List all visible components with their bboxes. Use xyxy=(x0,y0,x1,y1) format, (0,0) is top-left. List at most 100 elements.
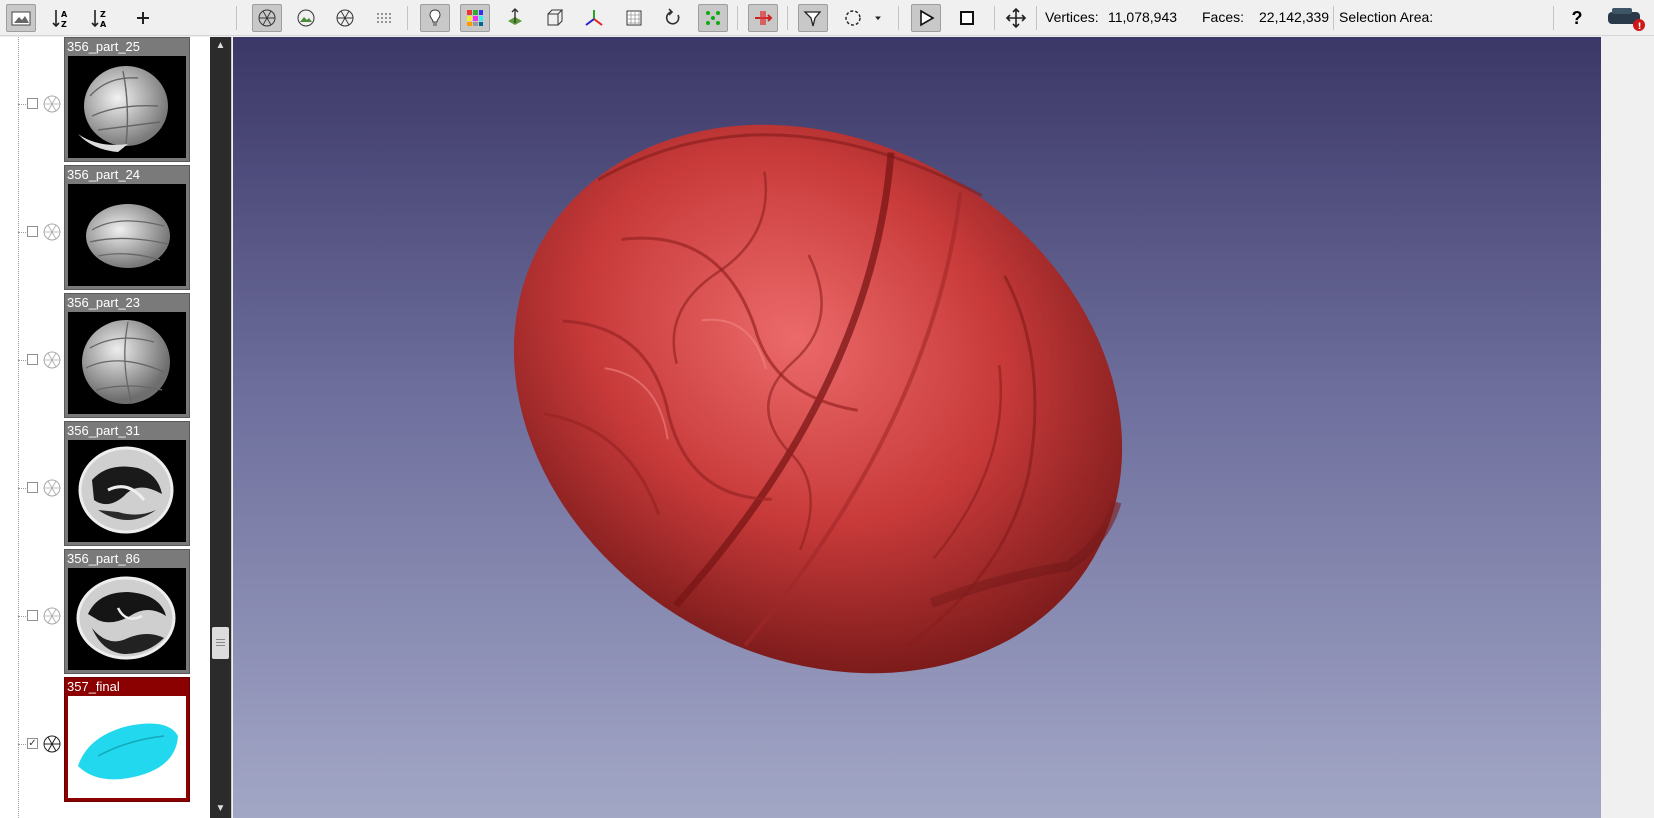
layer-checkbox[interactable] xyxy=(27,482,38,493)
transform-button[interactable] xyxy=(500,4,530,32)
flat-render-icon xyxy=(336,9,354,27)
toolbar-separator xyxy=(407,6,408,30)
visibility-eye-icon[interactable] xyxy=(42,734,62,754)
layer-thumbnail: 356_part_24 xyxy=(64,165,190,290)
measure-button[interactable] xyxy=(748,4,778,32)
visibility-eye-icon[interactable] xyxy=(42,94,62,114)
move-button[interactable] xyxy=(1001,4,1031,32)
layer-name: 356_part_31 xyxy=(67,423,141,438)
rotate-icon xyxy=(665,8,680,25)
texture-button[interactable] xyxy=(619,4,649,32)
layer-preview-image xyxy=(68,184,186,286)
select-mode-dropdown[interactable] xyxy=(870,4,886,32)
scroll-down-arrow-icon[interactable]: ▼ xyxy=(214,803,227,815)
notification-warning-icon: ! xyxy=(1608,8,1645,32)
add-layer-button[interactable] xyxy=(128,4,158,32)
svg-text:A: A xyxy=(61,10,68,19)
layer-thumbnail: 356_part_86 xyxy=(64,549,190,674)
3d-viewport[interactable] xyxy=(233,37,1601,818)
layer-thumbnail: 356_part_31 xyxy=(64,421,190,546)
texture-icon xyxy=(626,10,642,26)
smooth-render-icon xyxy=(377,13,391,23)
vertices-value: 11,078,943 xyxy=(1108,9,1178,25)
layer-preview-image xyxy=(68,568,186,670)
whole-walnut-thumbnail-icon xyxy=(86,204,170,268)
axes-icon xyxy=(585,10,603,26)
faces-label: Faces: xyxy=(1202,9,1245,25)
layer-item[interactable]: 356_part_86 xyxy=(0,549,210,677)
toolbar-separator xyxy=(236,6,237,30)
layer-thumbnail: 357_final xyxy=(64,677,190,802)
axes-button[interactable] xyxy=(579,4,609,32)
layer-dialog-button[interactable] xyxy=(6,4,36,32)
layer-thumbnail: 356_part_25 xyxy=(64,37,190,162)
scroll-up-arrow-icon[interactable]: ▲ xyxy=(214,40,227,52)
layer-name: 356_part_24 xyxy=(67,167,141,182)
layer-item[interactable]: 356_part_31 xyxy=(0,421,210,549)
select-circle-button[interactable] xyxy=(838,4,868,32)
scrollbar-thumb[interactable] xyxy=(212,627,229,659)
visibility-eye-icon[interactable] xyxy=(42,350,62,370)
vertices-label: Vertices: xyxy=(1045,9,1099,25)
layer-item[interactable]: 356_part_24 xyxy=(0,165,210,293)
whole-walnut-thumbnail-icon xyxy=(78,66,168,152)
stop-button[interactable] xyxy=(952,4,982,32)
dropdown-arrow-icon xyxy=(875,16,881,21)
visibility-eye-icon[interactable] xyxy=(42,478,62,498)
vertex-select-icon xyxy=(706,11,720,25)
move-icon xyxy=(1005,7,1027,29)
light-bulb-icon xyxy=(429,9,441,26)
layer-checkbox-checked[interactable]: ✓ xyxy=(27,738,38,749)
play-button[interactable] xyxy=(911,4,941,32)
points-render-button[interactable] xyxy=(252,4,282,32)
sort-descending-icon: ZA xyxy=(91,10,107,29)
faces-value: 22,142,339 xyxy=(1259,9,1330,25)
layer-preview-image xyxy=(68,440,186,542)
layer-checkbox[interactable] xyxy=(27,98,38,109)
color-button[interactable] xyxy=(460,4,490,32)
main-toolbar: AZ ZA Vertices: 11,078,943 Faces: 22,142… xyxy=(0,0,1654,36)
walnut-mesh-model[interactable] xyxy=(233,37,1601,818)
walnut-section-thumbnail-icon xyxy=(76,576,176,660)
layer-item[interactable]: 356_part_23 xyxy=(0,293,210,421)
toolbar-separator xyxy=(994,6,995,30)
layer-item-selected[interactable]: ✓ 357_final xyxy=(0,677,210,805)
stop-icon xyxy=(960,11,974,25)
layer-thumbnail: 356_part_23 xyxy=(64,293,190,418)
toolbar-separator xyxy=(898,6,899,30)
updates-notification-button[interactable]: ! xyxy=(1604,4,1648,32)
flat-render-button[interactable] xyxy=(330,4,360,32)
layer-checkbox[interactable] xyxy=(27,354,38,365)
layer-checkbox[interactable] xyxy=(27,610,38,621)
rotate-button[interactable] xyxy=(658,4,688,32)
toolbar-separator xyxy=(1553,6,1554,30)
layer-checkbox[interactable] xyxy=(27,226,38,237)
sort-descending-button[interactable]: ZA xyxy=(86,4,116,32)
select-faces-button[interactable] xyxy=(798,4,828,32)
layer-name: 356_part_25 xyxy=(67,39,141,54)
bounding-box-button[interactable] xyxy=(540,4,570,32)
vertex-select-button[interactable] xyxy=(698,4,728,32)
points-render-icon xyxy=(258,9,276,27)
wireframe-render-button[interactable] xyxy=(291,4,321,32)
layer-name: 357_final xyxy=(67,679,120,694)
light-button[interactable] xyxy=(420,4,450,32)
svg-text:Z: Z xyxy=(61,20,67,29)
svg-text:A: A xyxy=(100,20,107,29)
smooth-render-button[interactable] xyxy=(369,4,399,32)
help-button[interactable]: ? xyxy=(1562,4,1592,32)
layer-preview-image xyxy=(68,56,186,158)
walnut-section-thumbnail-icon xyxy=(78,446,174,534)
play-icon xyxy=(920,9,935,27)
visibility-eye-icon[interactable] xyxy=(42,606,62,626)
layer-list-panel: 356_part_25 356_part_24 356_part_23 356_… xyxy=(0,37,232,818)
visibility-eye-icon[interactable] xyxy=(42,222,62,242)
select-faces-icon xyxy=(803,11,822,27)
toolbar-separator xyxy=(737,6,738,30)
toolbar-separator xyxy=(787,6,788,30)
layer-item[interactable]: 356_part_25 xyxy=(0,37,210,165)
sort-ascending-button[interactable]: AZ xyxy=(47,4,77,32)
layers-scrollbar[interactable]: ▲ ▼ xyxy=(210,37,231,818)
color-grid-icon xyxy=(467,10,483,26)
cyan-mesh-thumbnail-icon xyxy=(78,723,178,780)
